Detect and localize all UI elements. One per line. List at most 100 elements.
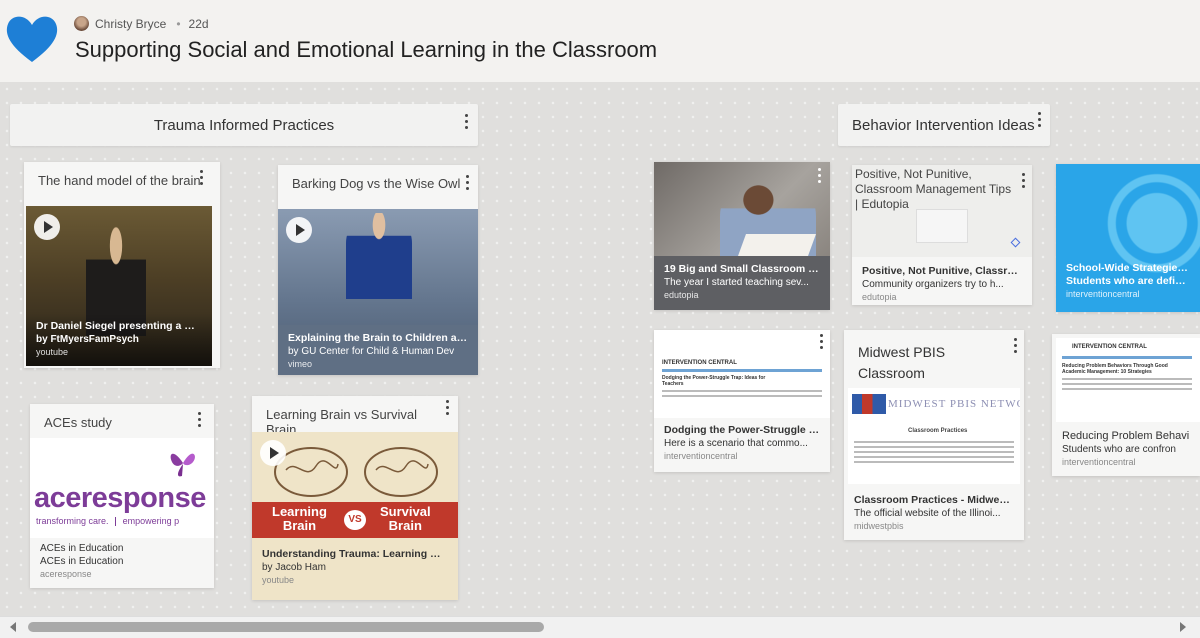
link-caption: Positive, Not Punitive, Classro... Commu…	[852, 265, 1032, 304]
play-icon[interactable]	[260, 440, 286, 466]
link-title: Understanding Trauma: Learning Br...	[262, 548, 448, 560]
link-caption: ACEs in Education ACEs in Education acer…	[30, 542, 214, 581]
more-options-icon[interactable]	[466, 175, 470, 191]
brain-illustration	[274, 447, 438, 497]
link-thumbnail[interactable]: 19 Big and Small Classroom M... The year…	[654, 162, 830, 310]
link-subtitle: by GU Center for Child & Human Dev	[288, 346, 455, 357]
link-title: Positive, Not Punitive, Classro...	[862, 265, 1022, 277]
play-icon[interactable]	[34, 214, 60, 240]
section-title: Behavior Intervention Ideas	[852, 116, 1035, 134]
banner-word: Brain	[282, 518, 317, 533]
more-options-icon[interactable]	[1038, 112, 1042, 128]
text-line	[854, 451, 1014, 453]
post-learning-vs-survival-brain[interactable]: Learning Brain vs Survival Brain Learnin…	[252, 396, 458, 600]
link-thumbnail[interactable]: School-Wide Strategies fo Students who a…	[1056, 164, 1200, 312]
link-caption: Understanding Trauma: Learning Br... by …	[252, 548, 458, 587]
post-hand-model[interactable]: The hand model of the brain Dr Daniel Si…	[24, 162, 220, 368]
nav-line	[662, 369, 822, 372]
banner-learning-brain: Learning Brain	[272, 505, 327, 533]
more-options-icon[interactable]	[1022, 173, 1026, 189]
link-subtitle: ACEs in Education	[40, 556, 124, 567]
post-barking-dog[interactable]: Barking Dog vs the Wise Owl Explaining t…	[278, 165, 478, 375]
banner-survival-brain: Survival Brain	[380, 505, 431, 533]
link-source: youtube	[262, 575, 295, 585]
link-title: Classroom Practices - Midwest ...	[854, 494, 1014, 506]
link-caption: Dr Daniel Siegel presenting a Ha... by F…	[26, 313, 212, 366]
banner-vs: VS	[344, 510, 366, 530]
link-title: 19 Big and Small Classroom M...	[664, 263, 820, 275]
site-name: INTERVENTION CENTRAL	[1072, 344, 1147, 350]
broken-image-placeholder[interactable]: Positive, Not Punitive, Classroom Manage…	[852, 165, 1032, 257]
post-power-struggle[interactable]: INTERVENTION CENTRAL Dodging the Power-S…	[654, 330, 830, 472]
post-positive-not-punitive[interactable]: Positive, Not Punitive, Classroom Manage…	[852, 165, 1032, 305]
video-thumbnail[interactable]: Dr Daniel Siegel presenting a Ha... by F…	[26, 206, 212, 366]
page-title: Supporting Social and Emotional Learning…	[75, 37, 658, 62]
text-line	[854, 456, 1014, 458]
video-thumbnail[interactable]: Explaining the Brain to Children an... b…	[278, 209, 478, 375]
banner-word: Learning	[272, 504, 327, 519]
link-subtitle: Community organizers try to h...	[862, 279, 1004, 290]
banner-word: Brain	[388, 518, 422, 533]
author-name[interactable]: Christy Bryce	[95, 17, 166, 31]
link-caption: Reducing Problem Behavi Students who are…	[1052, 430, 1200, 469]
tagline-part: transforming care.	[36, 516, 109, 526]
more-options-icon[interactable]	[198, 412, 202, 428]
link-thumbnail[interactable]: MIDWEST PBIS NETWO Classroom Practices	[848, 388, 1020, 484]
link-subtitle: Students who are defiant o	[1066, 275, 1190, 287]
link-title: Explaining the Brain to Children an...	[288, 332, 468, 344]
image-alt-text: Positive, Not Punitive, Classroom Manage…	[855, 167, 1012, 211]
horizontal-scrollbar[interactable]	[0, 616, 1200, 638]
logo-tagline: transforming care. empowering p	[36, 516, 179, 527]
link-source: edutopia	[664, 290, 699, 300]
banner-text: MIDWEST PBIS NETWO	[888, 398, 1020, 410]
link-thumbnail[interactable]: INTERVENTION CENTRAL Dodging the Power-S…	[654, 330, 830, 418]
post-classroom-moves[interactable]: 19 Big and Small Classroom M... The year…	[654, 162, 830, 310]
scroll-right-arrow-icon[interactable]	[1180, 622, 1186, 632]
more-options-icon[interactable]	[820, 334, 824, 350]
more-options-icon[interactable]	[200, 170, 204, 186]
post-heading: Barking Dog vs the Wise Owl	[292, 176, 461, 191]
post-heading: ACEs study	[44, 415, 112, 430]
nav-line	[1062, 356, 1192, 359]
paper-shape	[737, 234, 817, 256]
section-behavior-intervention[interactable]: Behavior Intervention Ideas	[838, 104, 1050, 146]
more-options-icon[interactable]	[465, 114, 469, 130]
video-thumbnail[interactable]: Learning Brain VS Survival Brain Underst…	[252, 432, 458, 600]
text-line	[1062, 378, 1192, 380]
scroll-left-arrow-icon[interactable]	[10, 622, 16, 632]
text-line	[1062, 388, 1192, 390]
play-icon[interactable]	[286, 217, 312, 243]
more-options-icon[interactable]	[1014, 338, 1018, 354]
more-options-icon[interactable]	[818, 168, 822, 184]
doc-heading: Reducing Problem Behaviors Through Good …	[1062, 363, 1168, 375]
text-line	[854, 446, 1014, 448]
link-subtitle: by Jacob Ham	[262, 562, 326, 573]
link-source: vimeo	[288, 359, 313, 369]
section-title: Trauma Informed Practices	[153, 116, 335, 134]
title-banner: Learning Brain VS Survival Brain	[252, 502, 458, 538]
post-midwest-pbis[interactable]: Midwest PBIS Classroom Management MIDWES…	[844, 330, 1024, 540]
banner-word: Survival	[380, 504, 431, 519]
decor-shape	[916, 209, 968, 243]
more-options-icon[interactable]	[446, 400, 450, 416]
link-thumbnail[interactable]: INTERVENTION CENTRAL Reducing Problem Be…	[1056, 338, 1200, 422]
decor-diamond	[1010, 237, 1021, 248]
logo-wordmark: aceresponse	[34, 482, 206, 514]
post-school-wide-strategies[interactable]: School-Wide Strategies fo Students who a…	[1056, 164, 1200, 312]
board-header: Christy Bryce • 22d Supporting Social an…	[0, 0, 1200, 82]
doc-heading: Dodging the Power-Struggle Trap: Ideas f…	[662, 375, 766, 387]
post-aces-study[interactable]: ACEs study aceresponse transforming care…	[30, 404, 214, 588]
link-subtitle: Students who are confron	[1062, 444, 1176, 455]
avatar[interactable]	[74, 16, 89, 31]
post-reducing-problem-behaviors[interactable]: INTERVENTION CENTRAL Reducing Problem Be…	[1052, 334, 1200, 476]
link-title: Dodging the Power-Struggle Tr...	[664, 424, 820, 436]
link-source: aceresponse	[40, 569, 92, 579]
section-trauma-informed[interactable]: Trauma Informed Practices	[10, 104, 478, 146]
separator-dot: •	[176, 16, 181, 31]
post-heading: The hand model of the brain	[38, 173, 201, 188]
aceresponse-logo[interactable]: aceresponse transforming care. empowerin…	[30, 438, 214, 538]
tagline-separator	[115, 517, 117, 527]
link-source: interventioncentral	[1066, 289, 1140, 299]
scrollbar-thumb[interactable]	[28, 622, 544, 632]
pbis-people-icon	[852, 394, 886, 414]
